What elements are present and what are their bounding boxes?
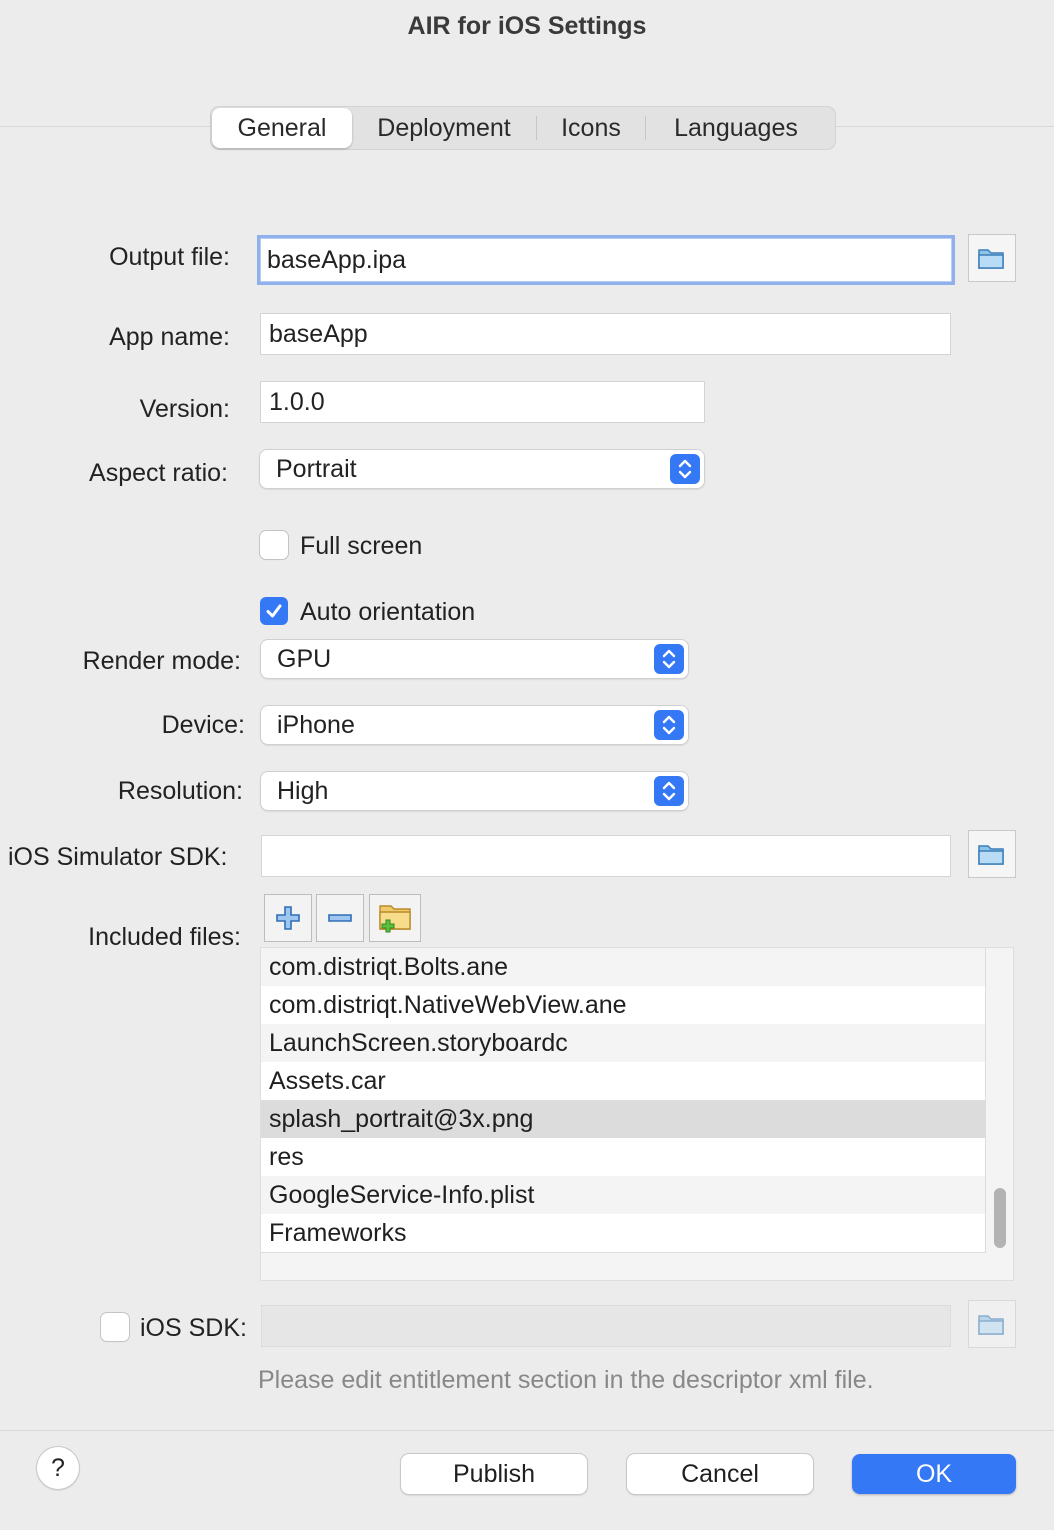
chevron-up-down-icon (654, 776, 684, 806)
render-mode-select[interactable]: GPU (261, 640, 688, 678)
file-row[interactable]: LaunchScreen.storyboardc (261, 1024, 985, 1062)
device-value: iPhone (277, 710, 355, 739)
file-row[interactable]: com.distriqt.NativeWebView.ane (261, 986, 985, 1024)
app-name-input[interactable]: baseApp (260, 313, 951, 355)
cancel-button[interactable]: Cancel (627, 1454, 813, 1494)
resolution-label: Resolution: (117, 777, 243, 805)
render-mode-value: GPU (277, 644, 332, 673)
remove-file-button[interactable] (316, 894, 364, 942)
folder-icon (978, 249, 1004, 269)
ios-simulator-sdk-browse-button[interactable] (968, 830, 1016, 878)
included-files-list[interactable]: com.distriqt.Bolts.ane com.distriqt.Nati… (260, 947, 1014, 1281)
ios-sdk-browse-button[interactable] (968, 1300, 1016, 1348)
aspect-ratio-label: Aspect ratio: (89, 459, 228, 487)
tab-deployment[interactable]: Deployment (352, 108, 536, 148)
output-file-browse-button[interactable] (968, 234, 1016, 282)
add-folder-icon (379, 905, 411, 933)
help-button[interactable]: ? (37, 1447, 79, 1489)
add-folder-button[interactable] (369, 894, 421, 942)
full-screen-label: Full screen (300, 532, 423, 560)
entitlement-hint: Please edit entitlement section in the d… (258, 1366, 874, 1394)
file-row[interactable]: Assets.car (261, 1062, 985, 1100)
file-row-selected[interactable]: splash_portrait@3x.png (261, 1100, 985, 1138)
ios-sdk-label: iOS SDK: (140, 1314, 247, 1342)
auto-orientation-label: Auto orientation (300, 598, 476, 626)
auto-orientation-checkbox[interactable] (260, 597, 288, 625)
plus-icon (276, 906, 300, 930)
tab-bar: General Deployment Icons Languages (210, 106, 836, 150)
file-row[interactable]: Frameworks (261, 1214, 985, 1252)
tab-general[interactable]: General (212, 108, 352, 148)
aspect-ratio-value: Portrait (276, 454, 357, 483)
minus-icon (328, 914, 352, 922)
full-screen-checkbox[interactable] (260, 531, 288, 559)
folder-icon (978, 845, 1004, 865)
add-file-button[interactable] (264, 894, 312, 942)
chevron-up-down-icon (654, 644, 684, 674)
device-label: Device: (161, 711, 245, 739)
file-row[interactable]: GoogleService-Info.plist (261, 1176, 985, 1214)
ios-sdk-input[interactable] (261, 1305, 951, 1347)
ios-simulator-sdk-label: iOS Simulator SDK: (8, 843, 228, 871)
tab-icons[interactable]: Icons (537, 108, 645, 148)
file-list-rows: com.distriqt.Bolts.ane com.distriqt.Nati… (261, 948, 986, 1253)
window-title: AIR for iOS Settings (407, 11, 647, 40)
version-input[interactable]: 1.0.0 (260, 381, 705, 423)
title-bar: AIR for iOS Settings (0, 0, 1054, 52)
tab-languages[interactable]: Languages (646, 108, 826, 148)
file-row[interactable]: com.distriqt.Bolts.ane (261, 948, 985, 986)
device-select[interactable]: iPhone (261, 706, 688, 744)
file-row[interactable]: res (261, 1138, 985, 1176)
chevron-up-down-icon (654, 710, 684, 740)
output-file-input[interactable]: baseApp.ipa (257, 235, 955, 285)
app-name-label: App name: (109, 323, 230, 351)
version-label: Version: (139, 395, 230, 423)
file-list-scrollbar[interactable] (994, 1188, 1006, 1248)
resolution-value: High (277, 776, 329, 805)
ok-button[interactable]: OK (852, 1454, 1016, 1494)
chevron-up-down-icon (670, 454, 700, 484)
included-files-label: Included files: (88, 923, 241, 951)
render-mode-label: Render mode: (82, 647, 241, 675)
output-file-label: Output file: (109, 243, 230, 271)
resolution-select[interactable]: High (261, 772, 688, 810)
publish-button[interactable]: Publish (401, 1454, 587, 1494)
ios-simulator-sdk-input[interactable] (261, 835, 951, 877)
checkmark-icon (266, 604, 282, 618)
folder-icon (978, 1315, 1004, 1335)
aspect-ratio-select[interactable]: Portrait (260, 450, 704, 488)
ios-sdk-checkbox[interactable] (101, 1313, 129, 1341)
